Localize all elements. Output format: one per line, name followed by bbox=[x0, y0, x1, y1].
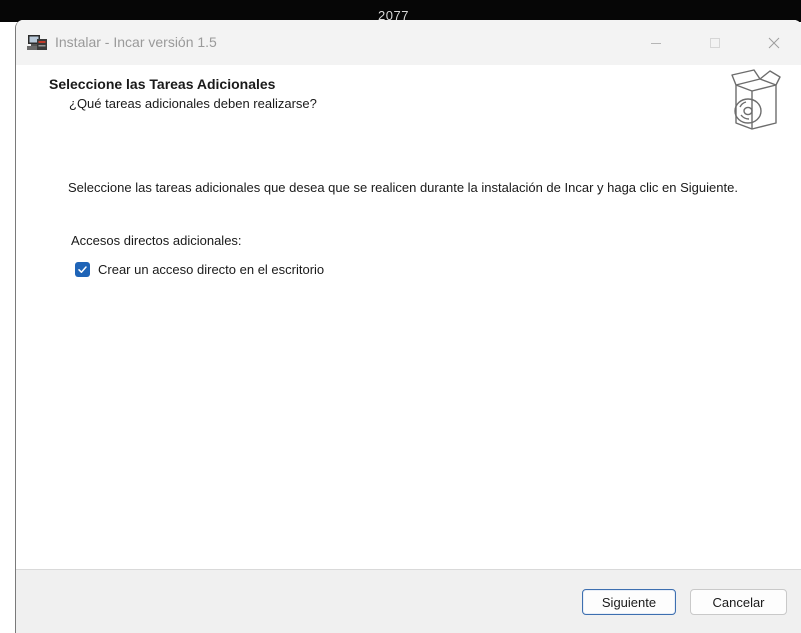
maximize-button[interactable] bbox=[692, 20, 738, 65]
page-subtitle: ¿Qué tareas adicionales deben realizarse… bbox=[69, 96, 317, 111]
page-title: Seleccione las Tareas Adicionales bbox=[49, 76, 276, 92]
desktop-shortcut-option[interactable]: Crear un acceso directo en el escritorio bbox=[75, 260, 324, 278]
wizard-page: Seleccione las Tareas Adicionales ¿Qué t… bbox=[16, 65, 801, 570]
desktop-shortcut-label[interactable]: Crear un acceso directo en el escritorio bbox=[98, 262, 324, 277]
close-button[interactable] bbox=[751, 20, 797, 65]
package-box-disc-icon bbox=[731, 69, 781, 130]
cancel-button[interactable]: Cancelar bbox=[690, 589, 787, 615]
minimize-icon bbox=[651, 42, 661, 44]
installer-window: Instalar - Incar versión 1.5 Seleccione … bbox=[15, 20, 801, 633]
checkmark-icon bbox=[78, 265, 87, 273]
installer-computer-icon bbox=[27, 35, 47, 50]
window-title: Instalar - Incar versión 1.5 bbox=[55, 34, 217, 50]
shortcuts-group-label: Accesos directos adicionales: bbox=[71, 233, 242, 248]
next-button[interactable]: Siguiente bbox=[582, 589, 676, 615]
close-icon bbox=[768, 37, 780, 48]
minimize-button[interactable] bbox=[633, 20, 679, 65]
title-bar[interactable]: Instalar - Incar versión 1.5 bbox=[16, 20, 801, 65]
maximize-icon bbox=[710, 37, 720, 48]
desktop-background: 2077 bbox=[0, 0, 801, 23]
desktop-shortcut-checkbox[interactable] bbox=[75, 261, 90, 277]
button-bar: Siguiente Cancelar bbox=[16, 570, 801, 633]
instructions-text: Seleccione las tareas adicionales que de… bbox=[68, 180, 738, 195]
